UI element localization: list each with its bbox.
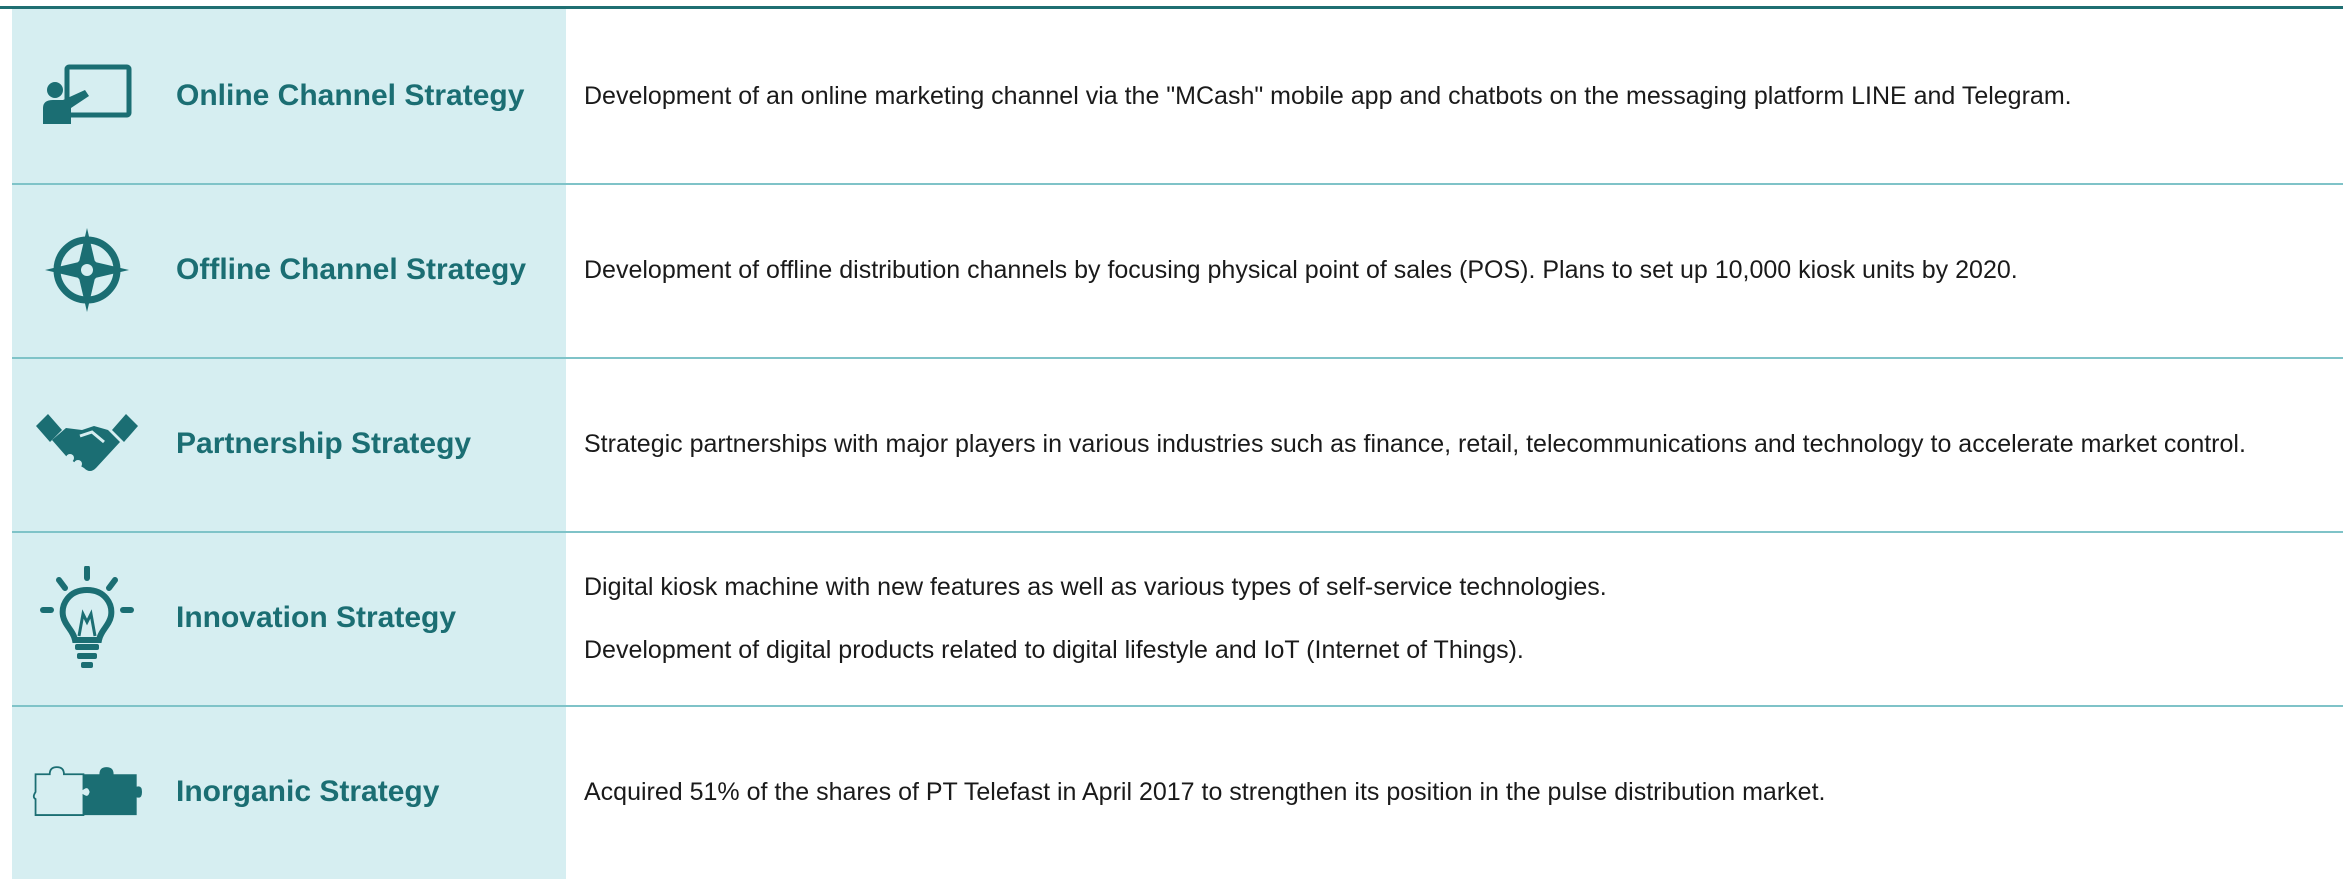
strategy-label-cell: Offline Channel Strategy: [12, 183, 566, 357]
strategy-description-cell: Digital kiosk machine with new features …: [566, 531, 2343, 705]
strategy-title: Inorganic Strategy: [176, 775, 440, 808]
row-divider: [12, 183, 2343, 185]
strategy-row-partnership: Partnership Strategy Strategic partnersh…: [12, 357, 2343, 531]
handshake-icon: [32, 394, 142, 494]
strategy-description-cell: Development of an online marketing chann…: [566, 9, 2343, 183]
strategy-title: Offline Channel Strategy: [176, 253, 527, 286]
strategy-description-cell: Acquired 51% of the shares of PT Telefas…: [566, 705, 2343, 879]
strategy-title: Partnership Strategy: [176, 427, 472, 460]
presentation-board-icon: [32, 46, 142, 146]
strategy-label-cell: Online Channel Strategy: [12, 9, 566, 183]
strategy-label-cell: Innovation Strategy: [12, 531, 566, 705]
strategy-row-inorganic: Inorganic Strategy Acquired 51% of the s…: [12, 705, 2343, 879]
strategy-label-cell: Inorganic Strategy: [12, 705, 566, 879]
row-divider: [12, 705, 2343, 707]
strategy-description: Development of offline distribution chan…: [584, 256, 2018, 284]
lightbulb-icon: [32, 566, 142, 668]
strategy-description: Development of digital products related …: [584, 635, 1524, 664]
row-divider: [12, 357, 2343, 359]
strategy-description-cell: Development of offline distribution chan…: [566, 183, 2343, 357]
strategy-title: Innovation Strategy: [176, 601, 457, 634]
puzzle-pieces-icon: [32, 742, 142, 842]
strategy-description-cell: Strategic partnerships with major player…: [566, 357, 2343, 531]
row-divider: [12, 531, 2343, 533]
strategy-table: Online Channel Strategy Development of a…: [12, 7, 2343, 879]
strategy-label-cell: Partnership Strategy: [12, 357, 566, 531]
strategy-description: Development of an online marketing chann…: [584, 82, 2072, 110]
compass-icon: [32, 220, 142, 320]
strategy-description: Digital kiosk machine with new features …: [584, 572, 1607, 601]
strategy-row-innovation: Innovation Strategy Digital kiosk machin…: [12, 531, 2343, 705]
strategy-title: Online Channel Strategy: [176, 79, 525, 112]
strategy-row-offline: Offline Channel Strategy Development of …: [12, 183, 2343, 357]
strategy-description: Strategic partnerships with major player…: [584, 430, 2246, 458]
strategy-description: Acquired 51% of the shares of PT Telefas…: [584, 778, 1826, 806]
strategy-row-online: Online Channel Strategy Development of a…: [12, 9, 2343, 183]
